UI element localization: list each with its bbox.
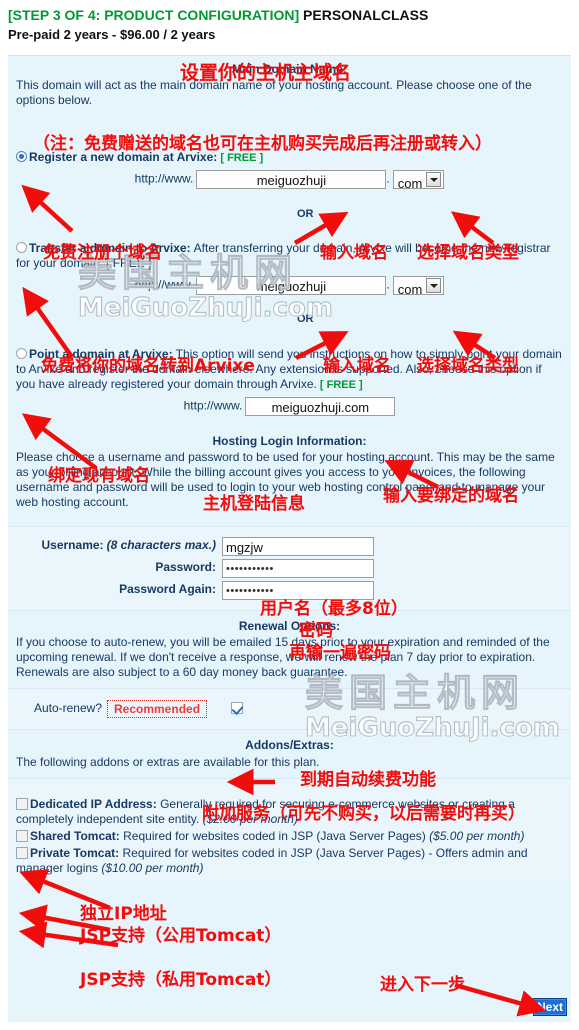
option-point-free-tag: [ FREE ] [319, 379, 363, 391]
url-prefix-transfer: http://www. [134, 277, 194, 292]
recommended-badge: Recommended [107, 700, 208, 718]
register-tld-value: com [397, 176, 423, 191]
annot-main-domain-title: 设置你的主机主域名 [180, 62, 352, 84]
addons-title-row: Addons/Extras: [16, 738, 563, 752]
product-configuration-page: [STEP 3 OF 4: PRODUCT CONFIGURATION] PER… [0, 0, 579, 1030]
annot-password: 密码 [299, 621, 333, 641]
addon-label-dedicated-ip: Dedicated IP Address: [30, 797, 157, 811]
username-row: Username: (8 characters max.) mgzjw [16, 537, 563, 556]
annot-register-radio: 免费注册个域名 [43, 243, 162, 263]
password-row: Password: ••••••••••• [16, 559, 563, 578]
password-label: Password: [155, 560, 216, 575]
next-button[interactable]: Next [532, 998, 567, 1016]
credentials-block: Username: (8 characters max.) mgzjw Pass… [8, 527, 571, 610]
username-label-wrap: Username: (8 characters max.) [16, 538, 222, 553]
addons-description: The following addons or extras are avail… [16, 755, 320, 769]
annot-point-radio: 绑定现有域名 [48, 466, 150, 486]
option-register-block: Register a new domain at Arvixe: [ FREE … [8, 150, 571, 195]
dot-separator-register: . [386, 171, 390, 186]
url-prefix-point: http://www. [183, 398, 243, 413]
addon-label-private-tomcat: Private Tomcat: [30, 846, 120, 860]
configuration-panel: Main Domain Name: This domain will act a… [8, 55, 571, 1022]
checkbox-dedicated-ip[interactable] [16, 798, 28, 810]
register-tld-select[interactable]: com [392, 170, 445, 191]
hosting-login-title-row: Hosting Login Information: [16, 434, 563, 448]
transfer-tld-value: com [397, 282, 423, 297]
plan-name: PERSONALCLASS [303, 7, 429, 23]
addon-price-private-tomcat: ($10.00 per month) [101, 861, 204, 875]
next-button-wrap: Next [532, 998, 567, 1016]
addons-list: Dedicated IP Address: Generally required… [8, 779, 571, 882]
annot-addons-title: 附加服务（可先不购买，以后需要时再买） [202, 804, 525, 824]
step-indicator: [STEP 3 OF 4: PRODUCT CONFIGURATION] [8, 7, 300, 23]
auto-renew-block: Auto-renew? Recommended [8, 689, 571, 729]
option-transfer-input-row: http://www. meiguozhuji. com [16, 276, 563, 297]
auto-renew-checkbox[interactable] [231, 701, 244, 714]
annot-register-tld: 选择域名类型 [417, 243, 519, 263]
radio-register-new-domain[interactable] [16, 151, 27, 162]
transfer-annotation-spacer: OR [8, 301, 571, 347]
annot-auto-renew: 到期自动续费功能 [300, 770, 436, 790]
dot-separator-transfer: . [386, 277, 390, 292]
annot-password-again: 再输一遍密码 [289, 643, 391, 663]
chevron-down-icon [426, 278, 442, 293]
password-again-label: Password Again: [119, 582, 216, 597]
annot-transfer-radio: 免费将你的域名转到Arvixe [41, 356, 255, 376]
annot-username: 用户名（最多8位） [260, 599, 408, 619]
point-domain-input[interactable]: meiguozhuji.com [245, 397, 396, 416]
checkbox-shared-tomcat[interactable] [16, 830, 28, 842]
addons-section: Addons/Extras: The following addons or e… [8, 730, 571, 778]
or-label-2: OR [297, 313, 314, 325]
auto-renew-label: Auto-renew? [33, 700, 102, 715]
renewal-title-row: Renewal Options: [16, 619, 563, 633]
username-input[interactable]: mgzjw [222, 537, 374, 556]
username-hint: (8 characters max.) [106, 538, 216, 553]
annot-hosting-login-title: 主机登陆信息 [203, 494, 305, 514]
annot-dedicated-ip: 独立IP地址 [80, 904, 167, 924]
addons-title: Addons/Extras: [245, 738, 334, 752]
register-domain-input[interactable]: meiguozhuji [196, 170, 387, 189]
annot-next: 进入下一步 [380, 975, 465, 995]
addon-label-shared-tomcat: Shared Tomcat: [30, 829, 120, 843]
page-header: [STEP 3 OF 4: PRODUCT CONFIGURATION] PER… [0, 0, 579, 43]
password-again-label-wrap: Password Again: [16, 582, 222, 597]
addon-item-private-tomcat[interactable]: Private Tomcat: Required for websites co… [16, 846, 563, 876]
transfer-tld-select[interactable]: com [392, 276, 445, 297]
annot-transfer-tld: 选择域名类型 [417, 356, 519, 376]
annot-main-domain-note: （注：免费赠送的域名也可在主机购买完成后再注册或转入） [33, 134, 492, 154]
password-label-wrap: Password: [16, 560, 222, 575]
page-title: [STEP 3 OF 4: PRODUCT CONFIGURATION] PER… [8, 6, 571, 24]
annot-transfer-input: 输入域名 [323, 356, 391, 376]
option-register-input-row: http://www. meiguozhuji. com [16, 170, 563, 191]
radio-transfer-domain[interactable] [16, 242, 27, 253]
hosting-login-title: Hosting Login Information: [212, 434, 367, 448]
username-label: Username: [41, 538, 104, 553]
annot-shared-tomcat: JSP支持（公用Tomcat） [80, 926, 282, 946]
annot-point-input: 输入要绑定的域名 [383, 486, 519, 506]
register-annotation-spacer: OR [8, 195, 571, 241]
chevron-down-icon [426, 172, 442, 187]
or-label-1: OR [297, 208, 314, 220]
password-again-input[interactable]: ••••••••••• [222, 581, 374, 600]
radio-point-domain[interactable] [16, 348, 27, 359]
addon-price-shared-tomcat: ($5.00 per month) [429, 829, 525, 843]
transfer-domain-input[interactable]: meiguozhuji [196, 276, 387, 295]
point-annotation-spacer [8, 420, 571, 434]
url-prefix-register: http://www. [134, 171, 194, 186]
addon-desc-shared-tomcat: Required for websites coded in JSP (Java… [123, 829, 426, 843]
annot-register-input: 输入域名 [320, 243, 388, 263]
checkbox-private-tomcat[interactable] [16, 847, 28, 859]
price-line: Pre-paid 2 years - $96.00 / 2 years [8, 27, 216, 42]
password-input[interactable]: ••••••••••• [222, 559, 374, 578]
addon-item-shared-tomcat[interactable]: Shared Tomcat: Required for websites cod… [16, 829, 563, 844]
password-again-row: Password Again: ••••••••••• [16, 581, 563, 600]
auto-renew-label-wrap: Auto-renew? [16, 701, 107, 716]
annot-private-tomcat: JSP支持（私用Tomcat） [80, 970, 282, 990]
option-point-input-row: http://www. meiguozhuji.com [16, 397, 563, 416]
